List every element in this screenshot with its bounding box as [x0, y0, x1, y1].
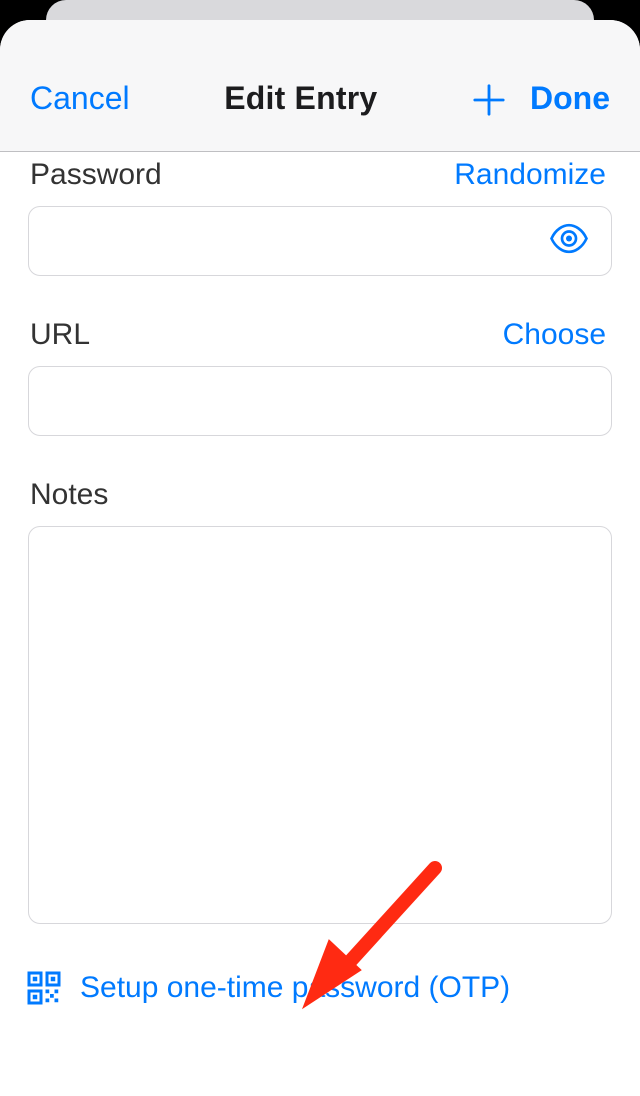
toggle-password-visibility-button[interactable]: [549, 219, 589, 264]
notes-label: Notes: [30, 478, 108, 512]
nav-title: Edit Entry: [154, 80, 448, 117]
add-button[interactable]: [472, 83, 506, 117]
setup-otp-label: Setup one-time password (OTP): [80, 971, 510, 1005]
url-input[interactable]: [29, 367, 611, 435]
notes-input[interactable]: [29, 527, 611, 923]
nav-bar: Cancel Edit Entry Done: [0, 20, 640, 152]
choose-url-button[interactable]: Choose: [503, 318, 606, 352]
randomize-button[interactable]: Randomize: [454, 158, 606, 192]
eye-icon: [549, 219, 589, 259]
url-label: URL: [30, 318, 90, 352]
password-input[interactable]: [29, 207, 611, 275]
cancel-button[interactable]: Cancel: [30, 80, 130, 117]
edit-entry-sheet: Cancel Edit Entry Done Password Randomiz…: [0, 20, 640, 1096]
form-content: Password Randomize URL Choose: [0, 152, 640, 1006]
plus-icon: [472, 83, 506, 117]
setup-otp-button[interactable]: Setup one-time password (OTP): [26, 924, 612, 1006]
notes-field-shell: [28, 526, 612, 924]
password-field-shell: [28, 206, 612, 276]
sheet-behind-hint: [46, 0, 594, 20]
password-label: Password: [30, 158, 162, 192]
qr-code-icon: [26, 970, 62, 1006]
url-field-shell: [28, 366, 612, 436]
done-button[interactable]: Done: [530, 80, 610, 117]
